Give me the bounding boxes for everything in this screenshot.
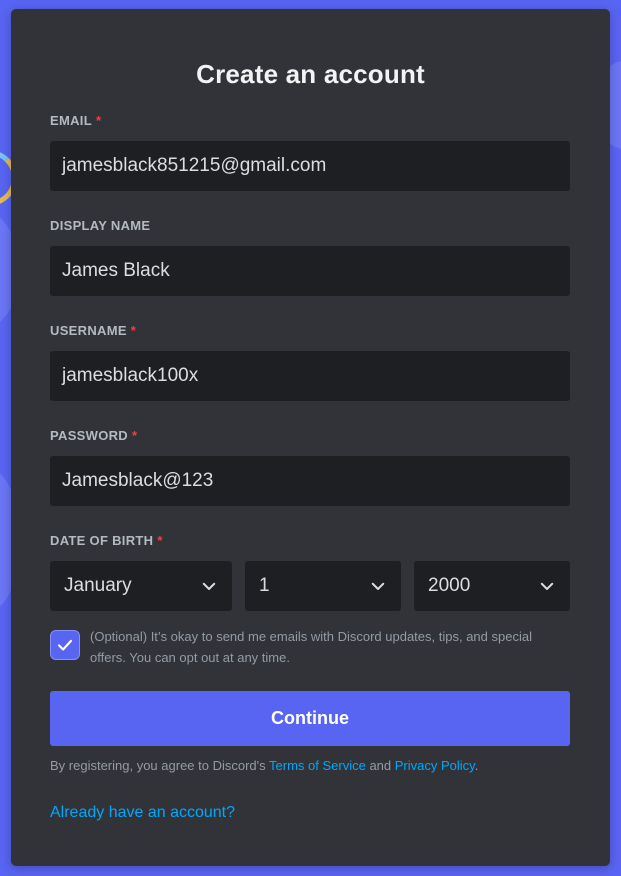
email-label: EMAIL * [50, 113, 101, 128]
checkmark-icon [57, 639, 73, 651]
dob-day-value: 1 [259, 575, 270, 596]
display-name-label: DISPLAY NAME [50, 218, 150, 233]
chevron-down-icon [202, 582, 216, 590]
optin-text: (Optional) It’s okay to send me emails w… [90, 629, 532, 665]
dob-label: DATE OF BIRTH * [50, 533, 163, 548]
legal-text: By registering, you agree to Discord's T… [50, 758, 478, 773]
legal-and: and [365, 758, 395, 773]
legal-prefix: By registering, you agree to Discord's [50, 758, 270, 773]
display-name-field-value: James Black [62, 260, 170, 281]
email-label-text: EMAIL [50, 113, 92, 128]
chevron-down-icon [540, 582, 554, 590]
required-mark: * [95, 113, 102, 128]
chevron-down-icon [371, 582, 385, 590]
required-mark: * [132, 428, 138, 443]
terms-of-service-link[interactable]: Terms of Service [269, 758, 366, 773]
display-name-field[interactable]: James Black [50, 246, 570, 296]
password-label: PASSWORD * [50, 428, 137, 443]
username-label: USERNAME * [50, 323, 136, 338]
username-label-text: USERNAME [50, 323, 127, 338]
dob-day-select[interactable]: 1 [245, 561, 401, 611]
username-field[interactable]: jamesblack100x [50, 351, 570, 401]
dob-label-text: DATE OF BIRTH [50, 533, 154, 548]
password-field-value: Jamesblack@123 [62, 470, 214, 491]
login-link[interactable]: Already have an account? [50, 804, 235, 822]
display-name-label-text: DISPLAY NAME [50, 218, 151, 233]
required-mark: * [157, 533, 163, 548]
dob-year-select[interactable]: 2000 [414, 561, 570, 611]
username-field-value: jamesblack100x [62, 365, 199, 386]
email-field[interactable]: jamesblack851215@gmail.com [50, 141, 570, 191]
dob-month-value: January [64, 575, 132, 596]
continue-button-label: Continue [271, 708, 349, 728]
optin-checkbox[interactable] [50, 630, 80, 660]
required-mark: * [130, 323, 137, 338]
dob-year-value: 2000 [428, 575, 471, 596]
email-field-value: jamesblack851215@gmail.com [62, 155, 327, 176]
page-title: Create an account [196, 59, 425, 89]
privacy-policy-link[interactable]: Privacy Policy [395, 758, 475, 773]
continue-button[interactable]: Continue [50, 691, 570, 746]
legal-suffix: . [474, 758, 479, 773]
password-label-text: PASSWORD [50, 428, 128, 443]
password-field[interactable]: Jamesblack@123 [50, 456, 570, 506]
dob-month-select[interactable]: January [50, 561, 232, 611]
create-account-card: Create an account EMAIL * jamesblack85121… [11, 9, 610, 866]
